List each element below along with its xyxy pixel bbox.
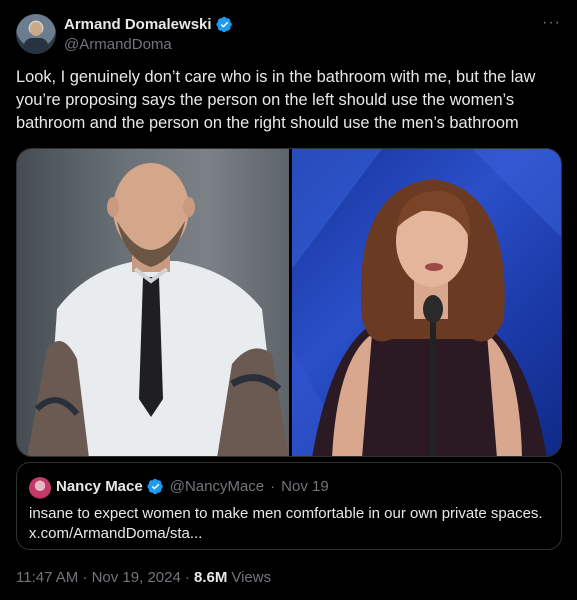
quoted-author-handle[interactable]: @NancyMace [170,478,264,495]
quoted-author-row: Nancy Mace @NancyMace · Nov 19 [56,478,329,495]
tweet-text: Look, I genuinely don’t care who is in t… [16,66,561,135]
tweet-header: Armand Domalewski @ArmandDoma ··· [16,14,561,56]
author-name-row: Armand Domalewski [64,16,233,33]
verified-badge-icon [216,16,232,33]
photo-right[interactable] [292,149,561,456]
tweet-media[interactable] [16,148,562,457]
man-portrait-image [27,163,289,456]
quoted-text-line: insane to expect women to make men comfo… [29,505,543,522]
quoted-date[interactable]: Nov 19 [281,478,329,495]
photo-left[interactable] [17,149,289,456]
views-count: 8.6M [194,569,228,586]
quoted-tweet[interactable]: Nancy Mace @NancyMace · Nov 19 insane to… [16,462,562,550]
tweet-text-line: bathroom and the person on the right sho… [16,114,519,132]
tweet-footer: 11:47 AM · Nov 19, 2024 · 8.6M Views [16,569,271,586]
tweet-text-line: Look, I genuinely don’t care who is in t… [16,68,536,86]
verified-badge-icon [147,478,163,495]
woman-portrait-image [292,149,561,456]
quoted-author-avatar[interactable] [29,477,51,499]
author-avatar[interactable] [16,14,56,54]
quoted-separator: · [270,478,276,495]
tweet-text-line: you’re proposing says the person on the … [16,91,515,109]
quoted-text: insane to expect women to make men comfo… [29,504,554,544]
views-label: Views [231,569,272,586]
quoted-author-name[interactable]: Nancy Mace [56,478,143,495]
author-handle[interactable]: @ArmandDoma [64,36,172,53]
tweet-timestamp[interactable]: 11:47 AM · Nov 19, 2024 · [16,569,190,586]
author-name[interactable]: Armand Domalewski [64,16,212,33]
quoted-link[interactable]: x.com/ArmandDoma/sta... [29,524,554,544]
more-options-icon[interactable]: ··· [542,14,561,32]
